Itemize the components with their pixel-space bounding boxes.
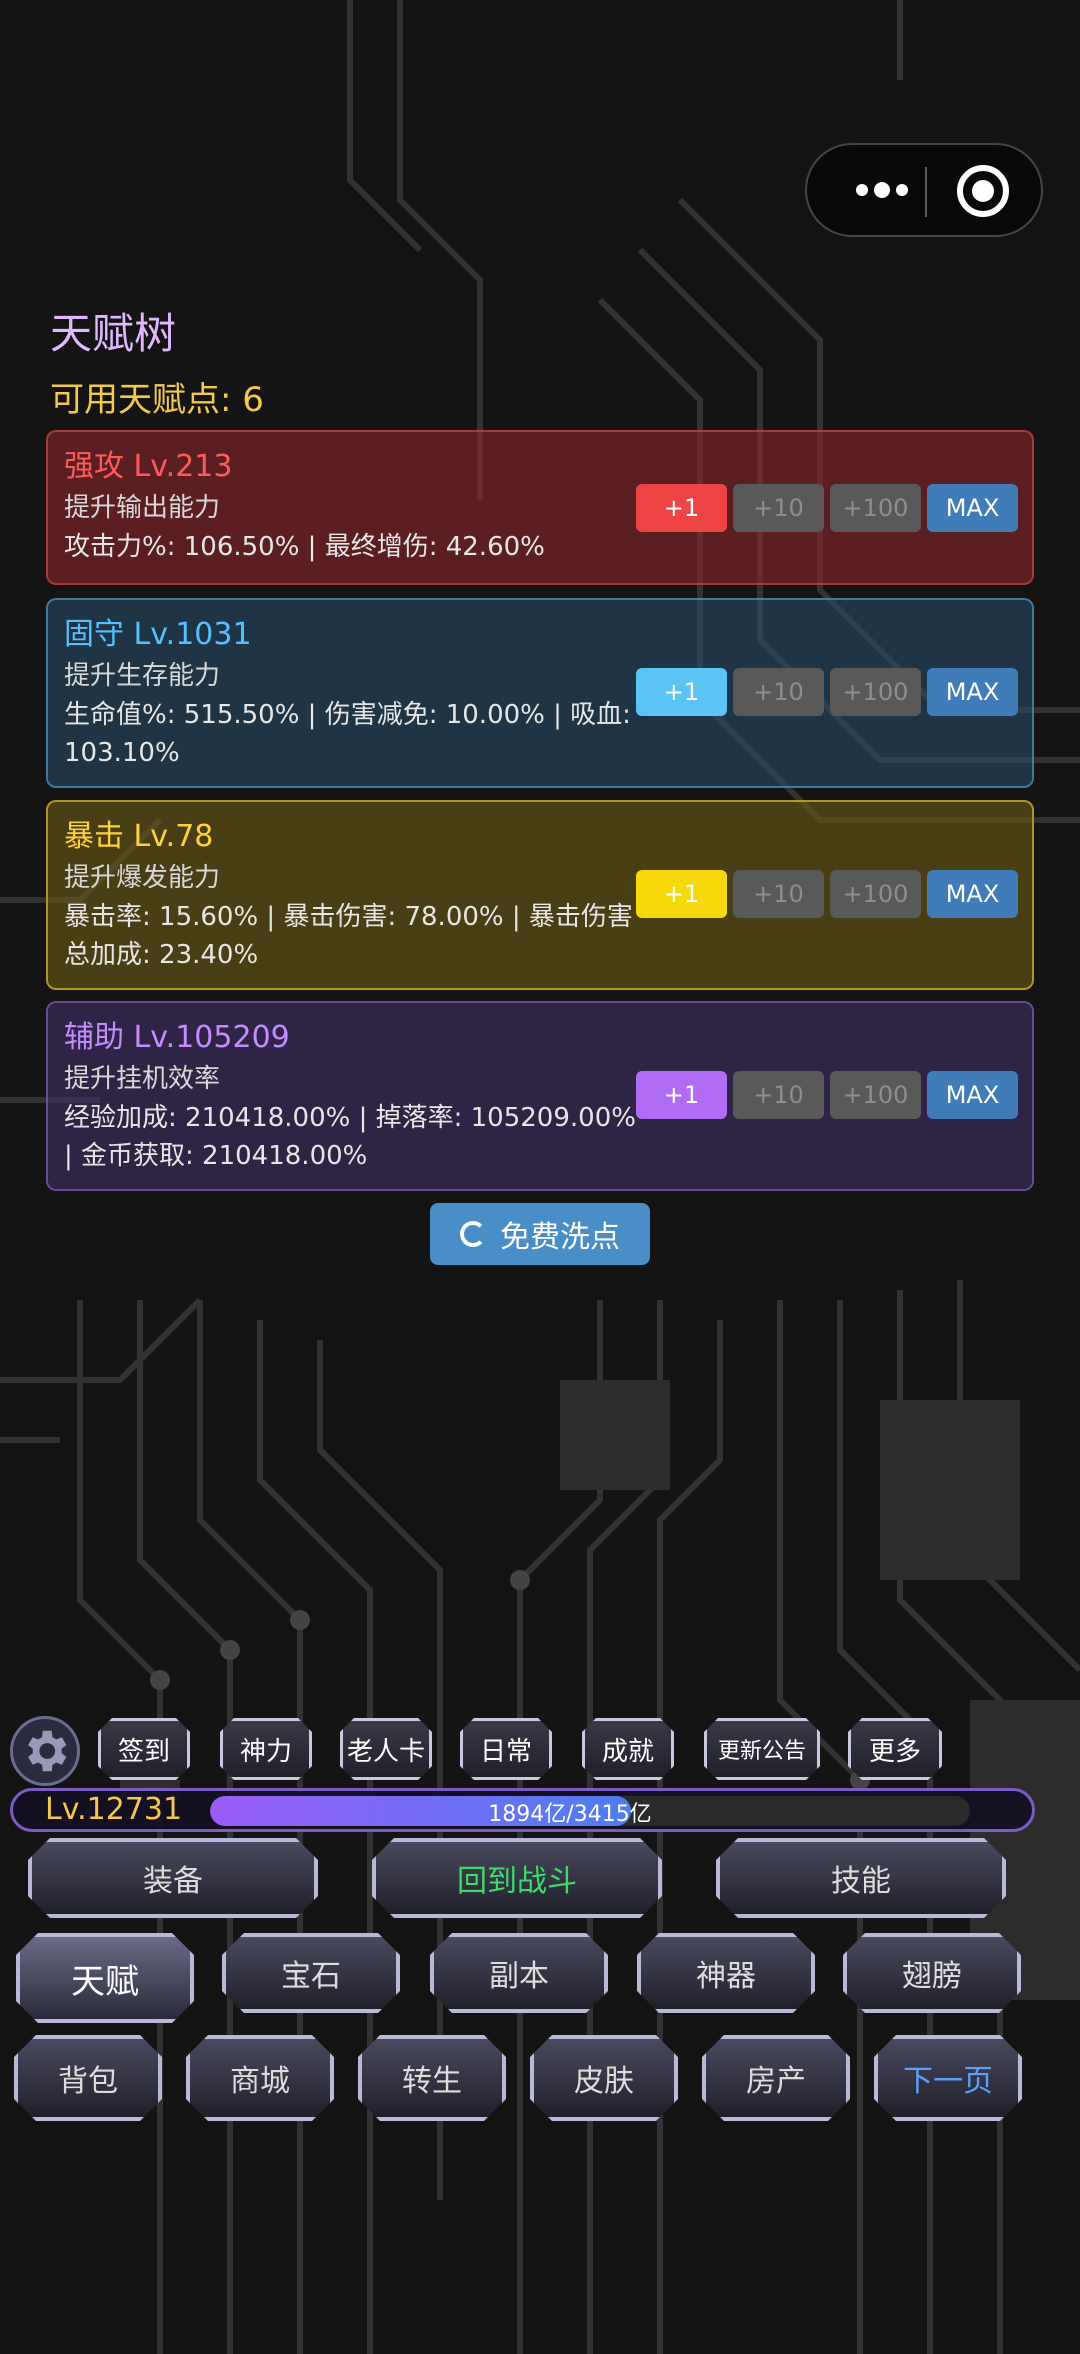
plus10-button[interactable]: +10 [733, 1071, 824, 1119]
upgrade-buttons: +1 +10 +100 MAX [636, 668, 1018, 716]
achievement-button[interactable]: 成就 [582, 1718, 674, 1780]
points-label: 可用天赋点: [50, 380, 243, 420]
property-tab[interactable]: 房产 [702, 2035, 850, 2121]
capsule-divider [925, 167, 927, 217]
equipment-button[interactable]: 装备 [28, 1838, 318, 1918]
miniprogram-capsule [805, 143, 1043, 237]
max-button[interactable]: MAX [927, 668, 1018, 716]
talent-stats: 暴击率: 15.60% | 暴击伤害: 78.00% | 暴击伤害总加成: 23… [64, 902, 633, 970]
wings-tab[interactable]: 翅膀 [843, 1933, 1021, 2013]
target-icon[interactable] [957, 165, 1009, 217]
plus1-button[interactable]: +1 [636, 484, 727, 532]
plus100-button[interactable]: +100 [830, 668, 921, 716]
talent-name: 强攻 Lv.213 [64, 449, 233, 484]
reset-label: 免费洗点 [500, 1220, 620, 1255]
talent-card-support: 辅助 Lv.105209 提升挂机效率 经验加成: 210418.00% | 掉… [46, 1001, 1034, 1191]
plus1-button[interactable]: +1 [636, 870, 727, 918]
talent-name: 暴击 Lv.78 [64, 819, 214, 854]
daily-button[interactable]: 日常 [460, 1718, 552, 1780]
talent-card-attack: 强攻 Lv.213 提升输出能力 攻击力%: 106.50% | 最终增伤: 4… [46, 430, 1034, 585]
max-button[interactable]: MAX [927, 870, 1018, 918]
plus10-button[interactable]: +10 [733, 668, 824, 716]
talent-name: 固守 Lv.1031 [64, 617, 252, 652]
update-notice-button[interactable]: 更新公告 [704, 1718, 820, 1780]
bag-tab[interactable]: 背包 [14, 2035, 162, 2121]
plus10-button[interactable]: +10 [733, 870, 824, 918]
gear-icon[interactable] [10, 1716, 80, 1786]
talent-stats: 经验加成: 210418.00% | 掉落率: 105209.00% | 金币获… [64, 1103, 636, 1171]
dungeon-tab[interactable]: 副本 [430, 1933, 608, 2013]
more-dots-icon[interactable] [837, 145, 927, 235]
page-title: 天赋树 [50, 309, 177, 358]
divine-power-button[interactable]: 神力 [220, 1718, 312, 1780]
return-battle-button[interactable]: 回到战斗 [372, 1838, 662, 1918]
skin-tab[interactable]: 皮肤 [530, 2035, 678, 2121]
talent-name: 辅助 Lv.105209 [64, 1020, 290, 1055]
max-button[interactable]: MAX [927, 1071, 1018, 1119]
exp-ratio: 1894亿/3415亿 [488, 1802, 652, 1827]
talent-card-crit: 暴击 Lv.78 提升爆发能力 暴击率: 15.60% | 暴击伤害: 78.0… [46, 800, 1034, 990]
sign-in-button[interactable]: 签到 [98, 1718, 190, 1780]
next-page-button[interactable]: 下一页 [874, 2035, 1022, 2121]
talent-stats: 攻击力%: 106.50% | 最终增伤: 42.60% [64, 532, 545, 562]
available-points: 可用天赋点: 6 [50, 372, 264, 421]
plus1-button[interactable]: +1 [636, 668, 727, 716]
refresh-icon [460, 1221, 486, 1247]
plus100-button[interactable]: +100 [830, 1071, 921, 1119]
talent-tab[interactable]: 天赋 [16, 1933, 194, 2023]
skills-button[interactable]: 技能 [716, 1838, 1006, 1918]
upgrade-buttons: +1 +10 +100 MAX [636, 870, 1018, 918]
rebirth-tab[interactable]: 转生 [358, 2035, 506, 2121]
talent-card-defense: 固守 Lv.1031 提升生存能力 生命值%: 515.50% | 伤害减免: … [46, 598, 1034, 788]
upgrade-buttons: +1 +10 +100 MAX [636, 1071, 1018, 1119]
plus1-button[interactable]: +1 [636, 1071, 727, 1119]
upgrade-buttons: +1 +10 +100 MAX [636, 484, 1018, 532]
gems-tab[interactable]: 宝石 [222, 1933, 400, 2013]
player-level: Lv.12731 [45, 1792, 183, 1827]
level-bar: Lv.12731 1894亿/3415亿 [0, 1788, 1040, 1832]
plus100-button[interactable]: +100 [830, 870, 921, 918]
shop-tab[interactable]: 商城 [186, 2035, 334, 2121]
points-value: 6 [242, 380, 264, 420]
max-button[interactable]: MAX [927, 484, 1018, 532]
free-reset-button[interactable]: 免费洗点 [430, 1203, 650, 1265]
plus100-button[interactable]: +100 [830, 484, 921, 532]
more-button[interactable]: 更多 [848, 1718, 942, 1780]
elder-card-button[interactable]: 老人卡 [340, 1718, 432, 1780]
talent-stats: 生命值%: 515.50% | 伤害减免: 10.00% | 吸血: 103.1… [64, 700, 631, 768]
artifact-tab[interactable]: 神器 [637, 1933, 815, 2013]
plus10-button[interactable]: +10 [733, 484, 824, 532]
